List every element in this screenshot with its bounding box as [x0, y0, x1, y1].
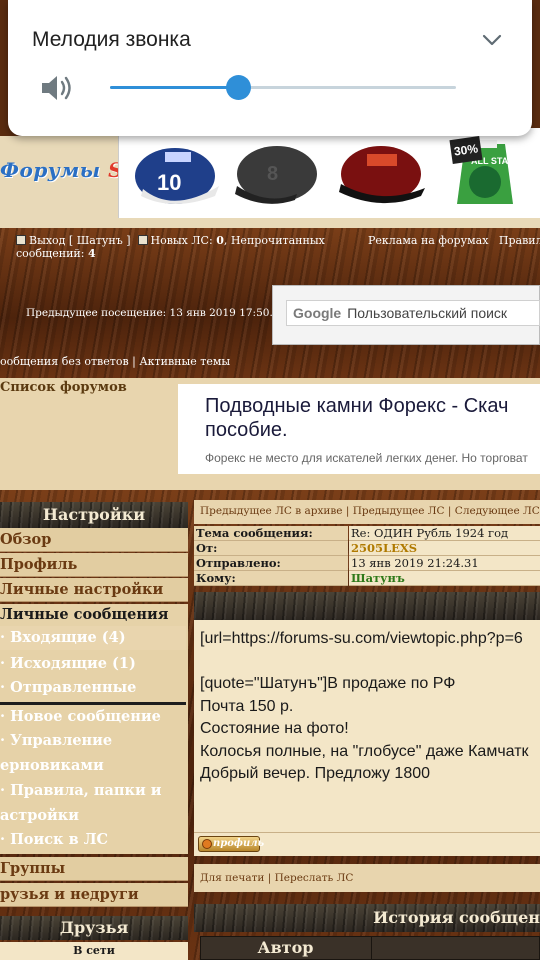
logout-link[interactable]: Выход [ Шатунъ ]: [29, 234, 131, 247]
pm-search[interactable]: · Поиск в ЛС: [0, 828, 108, 853]
user-links: Выход [ Шатунъ ] Новых ЛС: 0, Непрочитан…: [16, 234, 346, 260]
pm-section-title[interactable]: Личные сообщения: [0, 606, 168, 623]
sidebar-item-groups[interactable]: Группы: [0, 857, 188, 881]
text-ad-description[interactable]: Форекс не место для искателей легких ден…: [205, 451, 528, 465]
volume-slider-fill: [110, 86, 239, 89]
text-ad-title[interactable]: Подводные камни Форекс - Скач пособие.: [205, 394, 540, 442]
message-bar: [194, 592, 540, 620]
top-right-links: Реклама на форумах Правила: [368, 234, 540, 247]
volume-slider[interactable]: [110, 75, 456, 100]
sidebar-item-overview[interactable]: Обзор: [0, 528, 188, 552]
volume-panel: Мелодия звонка: [8, 0, 532, 136]
chevron-down-icon[interactable]: [480, 28, 504, 52]
author-column-header: Автор: [200, 936, 372, 960]
sidebar-item-friends[interactable]: рузья и недруги: [0, 883, 188, 907]
message-body: [url=https://forums-su.com/viewtopic.php…: [194, 620, 540, 832]
rules-link[interactable]: Правила: [499, 234, 540, 247]
pm-sent[interactable]: · Отправленные: [0, 676, 186, 700]
previous-visit: Предыдущее посещение: 13 янв 2019 17:50.…: [26, 307, 287, 319]
sidebar-item-personal-settings[interactable]: Личные настройки: [0, 578, 188, 602]
new-pm-label[interactable]: Новых ЛС:: [151, 234, 213, 247]
logout-icon: [16, 235, 26, 245]
meta-row-sent: Отправлено: 13 янв 2019 21:24.31: [194, 556, 540, 571]
message-meta-table: Тема сообщения: Re: ОДИН Рубль 1924 год …: [194, 526, 540, 586]
pm-manage-drafts[interactable]: · Управление ерновиками: [0, 729, 112, 778]
cap-image-blue[interactable]: 10: [123, 134, 223, 214]
google-logo: Google: [293, 305, 342, 321]
online-label: В сети: [0, 942, 188, 960]
message-navigation[interactable]: Предыдущее ЛС в архиве | Предыдущее ЛС |…: [194, 500, 540, 524]
sidebar-item-profile[interactable]: Профиль: [0, 553, 188, 577]
ads-link[interactable]: Реклама на форумах: [368, 234, 488, 247]
search-input[interactable]: Google Пользовательский поиск: [286, 300, 540, 326]
forum-list-link[interactable]: Список форумов: [0, 380, 127, 395]
profile-button[interactable]: профиль: [198, 836, 264, 852]
sender-link[interactable]: 2505LEXS: [349, 541, 540, 556]
pm-icon: [137, 235, 148, 245]
ringtone-title: Мелодия звонка: [32, 28, 191, 51]
history-header: История сообщен: [194, 904, 540, 932]
pm-outbox[interactable]: · Исходящие (1): [0, 652, 186, 676]
profile-icon: [202, 839, 212, 849]
svg-text:10: 10: [157, 170, 181, 195]
print-forward-links[interactable]: Для печати | Переслать ЛС: [194, 864, 540, 892]
pm-new-message[interactable]: · Новое сообщение: [0, 705, 161, 730]
unread-count: 4: [87, 247, 96, 260]
svg-text:8: 8: [267, 163, 278, 185]
cap-image-gray[interactable]: 8: [227, 134, 327, 214]
pm-rules-folders[interactable]: · Правила, папки и астройки: [0, 779, 162, 828]
meta-row-from: От: 2505LEXS: [194, 541, 540, 556]
cap-image-red[interactable]: [331, 134, 431, 214]
new-pm-count: 0: [216, 234, 224, 247]
nav-links[interactable]: ообщения без ответов | Активные темы: [0, 355, 230, 368]
friends-header: Друзья: [0, 916, 188, 940]
meta-row-subject: Тема сообщения: Re: ОДИН Рубль 1924 год: [194, 526, 540, 541]
discount-badge: 30%: [449, 136, 483, 164]
speaker-icon[interactable]: [38, 70, 74, 106]
pm-inbox[interactable]: · Входящие (4): [0, 626, 186, 650]
recipient-link[interactable]: Шатунъ: [349, 571, 540, 586]
meta-row-to: Кому: Шатунъ: [194, 571, 540, 586]
volume-slider-thumb[interactable]: [226, 75, 252, 100]
settings-header: Настройки: [0, 502, 188, 528]
search-placeholder: Пользовательский поиск: [347, 305, 508, 321]
product-ad-strip[interactable]: 10 8 30% ALL STAR: [118, 128, 540, 218]
